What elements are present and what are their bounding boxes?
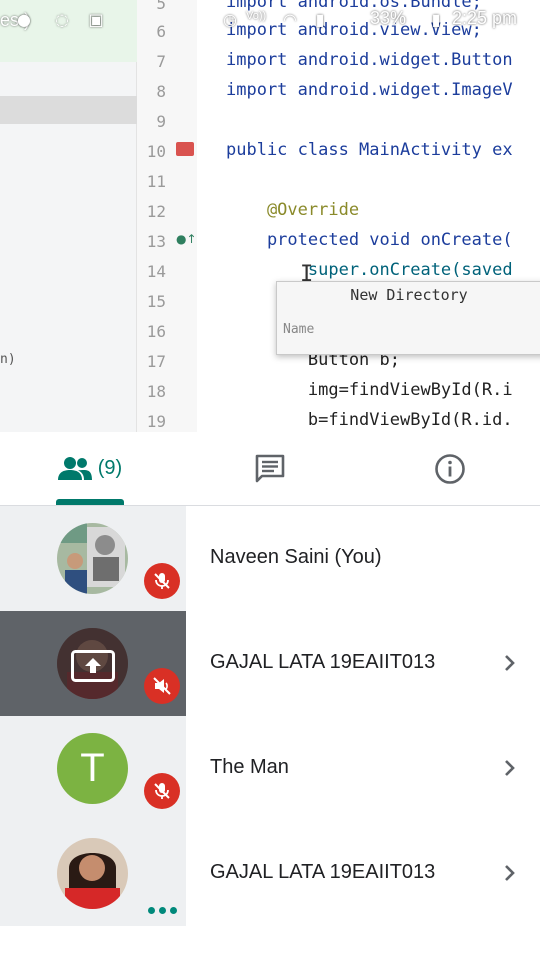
mic-off-icon <box>144 563 180 599</box>
whatsapp-icon: ◌ <box>55 10 69 29</box>
participant-name: GAJAL LATA 19EAIIT013 <box>210 861 436 883</box>
chat-icon <box>255 454 285 482</box>
line-number: 13 <box>146 232 166 251</box>
directory-name-input[interactable]: Name <box>283 322 314 337</box>
meet-participants-screen: n) 5 6 7 8 9 10 11 12 13 14 15 16 17 18 … <box>0 0 540 960</box>
info-icon <box>435 453 465 484</box>
avatar <box>57 838 128 909</box>
dialog-title: New Directory <box>350 286 468 304</box>
participant-name: GAJAL LATA 19EAIIT013 <box>210 651 436 673</box>
code-line: b=findViewById(R.id. <box>226 410 513 430</box>
meeting-details-tabs: (9) <box>0 432 540 506</box>
line-number: 8 <box>156 82 166 101</box>
participant-row[interactable]: GAJAL LATA 19EAIIT013 <box>0 611 540 716</box>
signal-icon: ▮ <box>315 10 325 29</box>
line-number: 14 <box>146 262 166 281</box>
record-icon: ● <box>17 10 31 29</box>
line-number: 12 <box>146 202 166 221</box>
code-line: super.onCreate(saved <box>226 260 513 280</box>
class-gutter-icon <box>176 142 194 156</box>
status-bar: es:) ● ◌ ▣ ◷ Vo)) ◠ ▮ 33% ▮ 2:25 pm <box>0 0 540 40</box>
code-line: @Override <box>226 200 360 220</box>
line-number: 15 <box>146 292 166 311</box>
tab-people[interactable]: (9) <box>48 432 132 505</box>
tab-info[interactable] <box>408 432 492 505</box>
gallery-icon: ▣ <box>88 10 104 29</box>
participant-name: The Man <box>210 756 289 778</box>
code-line: import android.widget.Button <box>226 50 513 70</box>
line-number: 10 <box>146 142 166 161</box>
volume-off-icon <box>144 668 180 704</box>
line-number: 7 <box>156 52 166 71</box>
line-number: 17 <box>146 352 166 371</box>
code-line: img=findViewById(R.i <box>226 380 513 400</box>
active-tab-indicator <box>56 499 124 505</box>
line-number: 18 <box>146 382 166 401</box>
line-number: 11 <box>146 172 166 191</box>
people-icon <box>57 456 92 480</box>
speaking-indicator <box>148 907 177 914</box>
shared-screen-view[interactable]: n) 5 6 7 8 9 10 11 12 13 14 15 16 17 18 … <box>0 0 540 432</box>
participant-row[interactable]: T The Man <box>0 716 540 821</box>
battery-percent: 33% <box>370 8 407 28</box>
wifi-icon: ◠ <box>283 10 297 29</box>
chevron-right-icon[interactable] <box>500 863 520 883</box>
participant-count: (9) <box>97 457 123 479</box>
code-line: protected void onCreate( <box>226 230 513 250</box>
line-number: 19 <box>146 412 166 431</box>
participant-row[interactable]: GAJAL LATA 19EAIIT013 <box>0 821 540 926</box>
line-number: 9 <box>156 112 166 131</box>
participant-row[interactable]: Naveen Saini (You) <box>0 506 540 611</box>
avatar-letter: T <box>80 746 105 790</box>
alarm-icon: ◷ <box>223 10 237 29</box>
code-line: public class MainActivity ex <box>226 140 513 160</box>
clock: 2:25 pm <box>452 8 518 28</box>
mic-off-icon <box>144 773 180 809</box>
shared-screen-left-panel: n) <box>0 0 137 432</box>
tab-chat[interactable] <box>228 432 312 505</box>
code-line: import android.widget.ImageV <box>226 80 513 100</box>
chevron-right-icon[interactable] <box>500 653 520 673</box>
left-panel-selected-row <box>0 96 137 124</box>
left-panel-text-fragment: n) <box>0 352 16 367</box>
volte-label: Vo)) <box>246 10 267 22</box>
participant-name: Naveen Saini (You) <box>210 546 382 568</box>
battery-icon: ▮ <box>431 10 441 29</box>
chevron-right-icon[interactable] <box>500 758 520 778</box>
presenting-icon <box>71 650 115 682</box>
avatar <box>57 523 128 594</box>
override-gutter-icon: ●↑ <box>176 232 197 246</box>
line-number: 16 <box>146 322 166 341</box>
avatar: T <box>57 733 128 804</box>
new-directory-dialog[interactable]: New Directory Name <box>276 281 540 355</box>
